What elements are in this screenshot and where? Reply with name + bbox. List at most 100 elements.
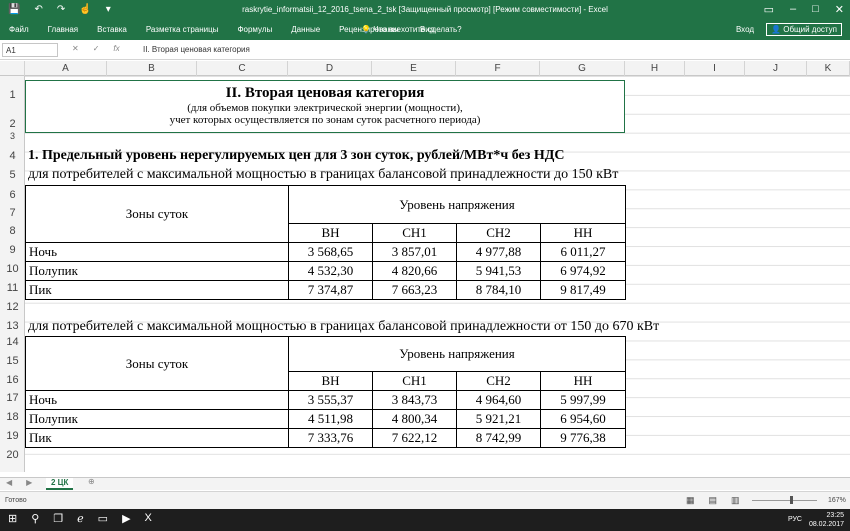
zone-cell[interactable]: Полупик <box>25 409 289 429</box>
column-header[interactable]: K <box>807 61 850 76</box>
page-break-view-icon[interactable]: ▥ <box>731 495 740 506</box>
row-header[interactable]: 19 <box>0 430 25 442</box>
price-cell[interactable]: 6 974,92 <box>540 261 626 281</box>
column-header[interactable]: G <box>540 61 625 76</box>
select-all-corner[interactable] <box>0 61 25 76</box>
price-cell[interactable]: 4 820,66 <box>372 261 457 281</box>
zoom-level[interactable]: 167% <box>828 497 846 504</box>
price-cell[interactable]: 4 511,98 <box>288 409 373 429</box>
zoom-slider[interactable] <box>752 500 817 501</box>
column-header[interactable]: C <box>197 61 288 76</box>
row-header[interactable]: 15 <box>0 355 25 367</box>
sign-in-link[interactable]: Вход <box>736 25 754 34</box>
price-cell[interactable]: 7 663,23 <box>372 280 457 300</box>
zones-header[interactable]: Зоны суток <box>25 336 289 391</box>
voltage-header[interactable]: Уровень напряжения <box>288 336 626 372</box>
price-cell[interactable]: 6 011,27 <box>540 242 626 262</box>
edge-icon[interactable]: ℯ <box>77 512 84 525</box>
price-cell[interactable]: 3 568,65 <box>288 242 373 262</box>
row-header[interactable]: 17 <box>0 392 25 404</box>
normal-view-icon[interactable]: ▦ <box>686 495 695 506</box>
voltage-header[interactable]: Уровень напряжения <box>288 185 626 224</box>
ribbon-options-icon[interactable]: ▭ <box>764 3 774 16</box>
tab-file[interactable]: Файл <box>9 25 29 34</box>
cancel-icon[interactable]: ✕ <box>72 44 79 53</box>
price-cell[interactable]: 3 857,01 <box>372 242 457 262</box>
row-header[interactable]: 14 <box>0 336 25 348</box>
sheet-tab[interactable]: 2 ЦК <box>46 478 74 490</box>
row-header[interactable]: 20 <box>0 449 25 461</box>
row-header[interactable]: 2 <box>0 118 25 130</box>
task-view-icon[interactable]: ❐ <box>53 512 63 525</box>
row-header[interactable]: 16 <box>0 374 25 386</box>
file-explorer-icon[interactable]: ▭ <box>98 512 108 525</box>
row-header[interactable]: 11 <box>0 282 25 294</box>
row-header[interactable]: 13 <box>0 320 25 332</box>
row-header[interactable]: 7 <box>0 207 25 219</box>
title-merged-cell[interactable]: II. Вторая ценовая категория (для объемо… <box>25 80 625 133</box>
row-header[interactable]: 3 <box>0 131 25 141</box>
price-cell[interactable]: 8 742,99 <box>456 428 541 448</box>
price-cell[interactable]: 5 997,99 <box>540 390 626 410</box>
row-header[interactable]: 1 <box>0 89 25 101</box>
price-cell[interactable]: 3 555,37 <box>288 390 373 410</box>
maximize-icon[interactable]: □ <box>812 3 819 16</box>
zone-cell[interactable]: Ночь <box>25 390 289 410</box>
row-header[interactable]: 6 <box>0 189 25 201</box>
voltage-level-header[interactable]: НН <box>540 371 626 391</box>
tab-insert[interactable]: Вставка <box>97 25 127 34</box>
voltage-level-header[interactable]: СН2 <box>456 223 541 243</box>
row-header[interactable]: 8 <box>0 225 25 237</box>
price-cell[interactable]: 4 532,30 <box>288 261 373 281</box>
price-cell[interactable]: 4 800,34 <box>372 409 457 429</box>
price-cell[interactable]: 4 977,88 <box>456 242 541 262</box>
column-header[interactable]: B <box>107 61 197 76</box>
excel-app-icon[interactable]: X <box>145 512 152 525</box>
price-cell[interactable]: 6 954,60 <box>540 409 626 429</box>
zone-cell[interactable]: Пик <box>25 428 289 448</box>
price-cell[interactable]: 3 843,73 <box>372 390 457 410</box>
prev-sheet-icon[interactable]: ◀ <box>6 478 12 487</box>
zoom-slider-handle[interactable] <box>790 496 793 504</box>
price-cell[interactable]: 4 964,60 <box>456 390 541 410</box>
row-header[interactable]: 5 <box>0 169 25 181</box>
voltage-level-header[interactable]: ВН <box>288 223 373 243</box>
windows-start-icon[interactable]: ⊞ <box>8 512 17 525</box>
row-header[interactable]: 18 <box>0 411 25 423</box>
price-cell[interactable]: 7 333,76 <box>288 428 373 448</box>
voltage-level-header[interactable]: СН1 <box>372 371 457 391</box>
add-sheet-icon[interactable]: ⊕ <box>88 477 95 486</box>
section-heading[interactable]: 1. Предельный уровень нерегулируемых цен… <box>28 148 565 164</box>
voltage-level-header[interactable]: ВН <box>288 371 373 391</box>
share-button[interactable]: 👤 Общий доступ <box>766 23 842 36</box>
tell-me-box[interactable]: 💡 Что вы хотите сделать? <box>361 25 462 34</box>
row-header[interactable]: 4 <box>0 150 25 162</box>
row-header[interactable]: 9 <box>0 244 25 256</box>
clock[interactable]: 23:25 08.02.2017 <box>809 511 844 529</box>
row-header[interactable]: 10 <box>0 263 25 275</box>
zones-header[interactable]: Зоны суток <box>25 185 289 243</box>
price-cell[interactable]: 8 784,10 <box>456 280 541 300</box>
column-header[interactable]: I <box>685 61 745 76</box>
search-icon[interactable]: ⚲ <box>31 512 39 525</box>
minimize-icon[interactable]: – <box>790 3 796 16</box>
zone-cell[interactable]: Пик <box>25 280 289 300</box>
close-icon[interactable]: ✕ <box>835 3 844 16</box>
row-header[interactable]: 12 <box>0 301 25 313</box>
page-layout-view-icon[interactable]: ▤ <box>709 495 718 506</box>
voltage-level-header[interactable]: СН1 <box>372 223 457 243</box>
price-cell[interactable]: 5 921,21 <box>456 409 541 429</box>
voltage-level-header[interactable]: СН2 <box>456 371 541 391</box>
column-header[interactable]: J <box>745 61 807 76</box>
column-header[interactable]: F <box>456 61 540 76</box>
insert-function-icon[interactable]: fx <box>113 44 119 53</box>
price-cell[interactable]: 5 941,53 <box>456 261 541 281</box>
table2-caption[interactable]: для потребителей с максимальной мощность… <box>28 319 659 335</box>
name-box[interactable]: A1 <box>2 43 58 57</box>
column-header[interactable]: H <box>625 61 685 76</box>
language-indicator[interactable]: РУС <box>788 516 802 523</box>
voltage-level-header[interactable]: НН <box>540 223 626 243</box>
table1-caption[interactable]: для потребителей с максимальной мощность… <box>28 167 618 183</box>
column-header[interactable]: D <box>288 61 372 76</box>
price-cell[interactable]: 9 817,49 <box>540 280 626 300</box>
